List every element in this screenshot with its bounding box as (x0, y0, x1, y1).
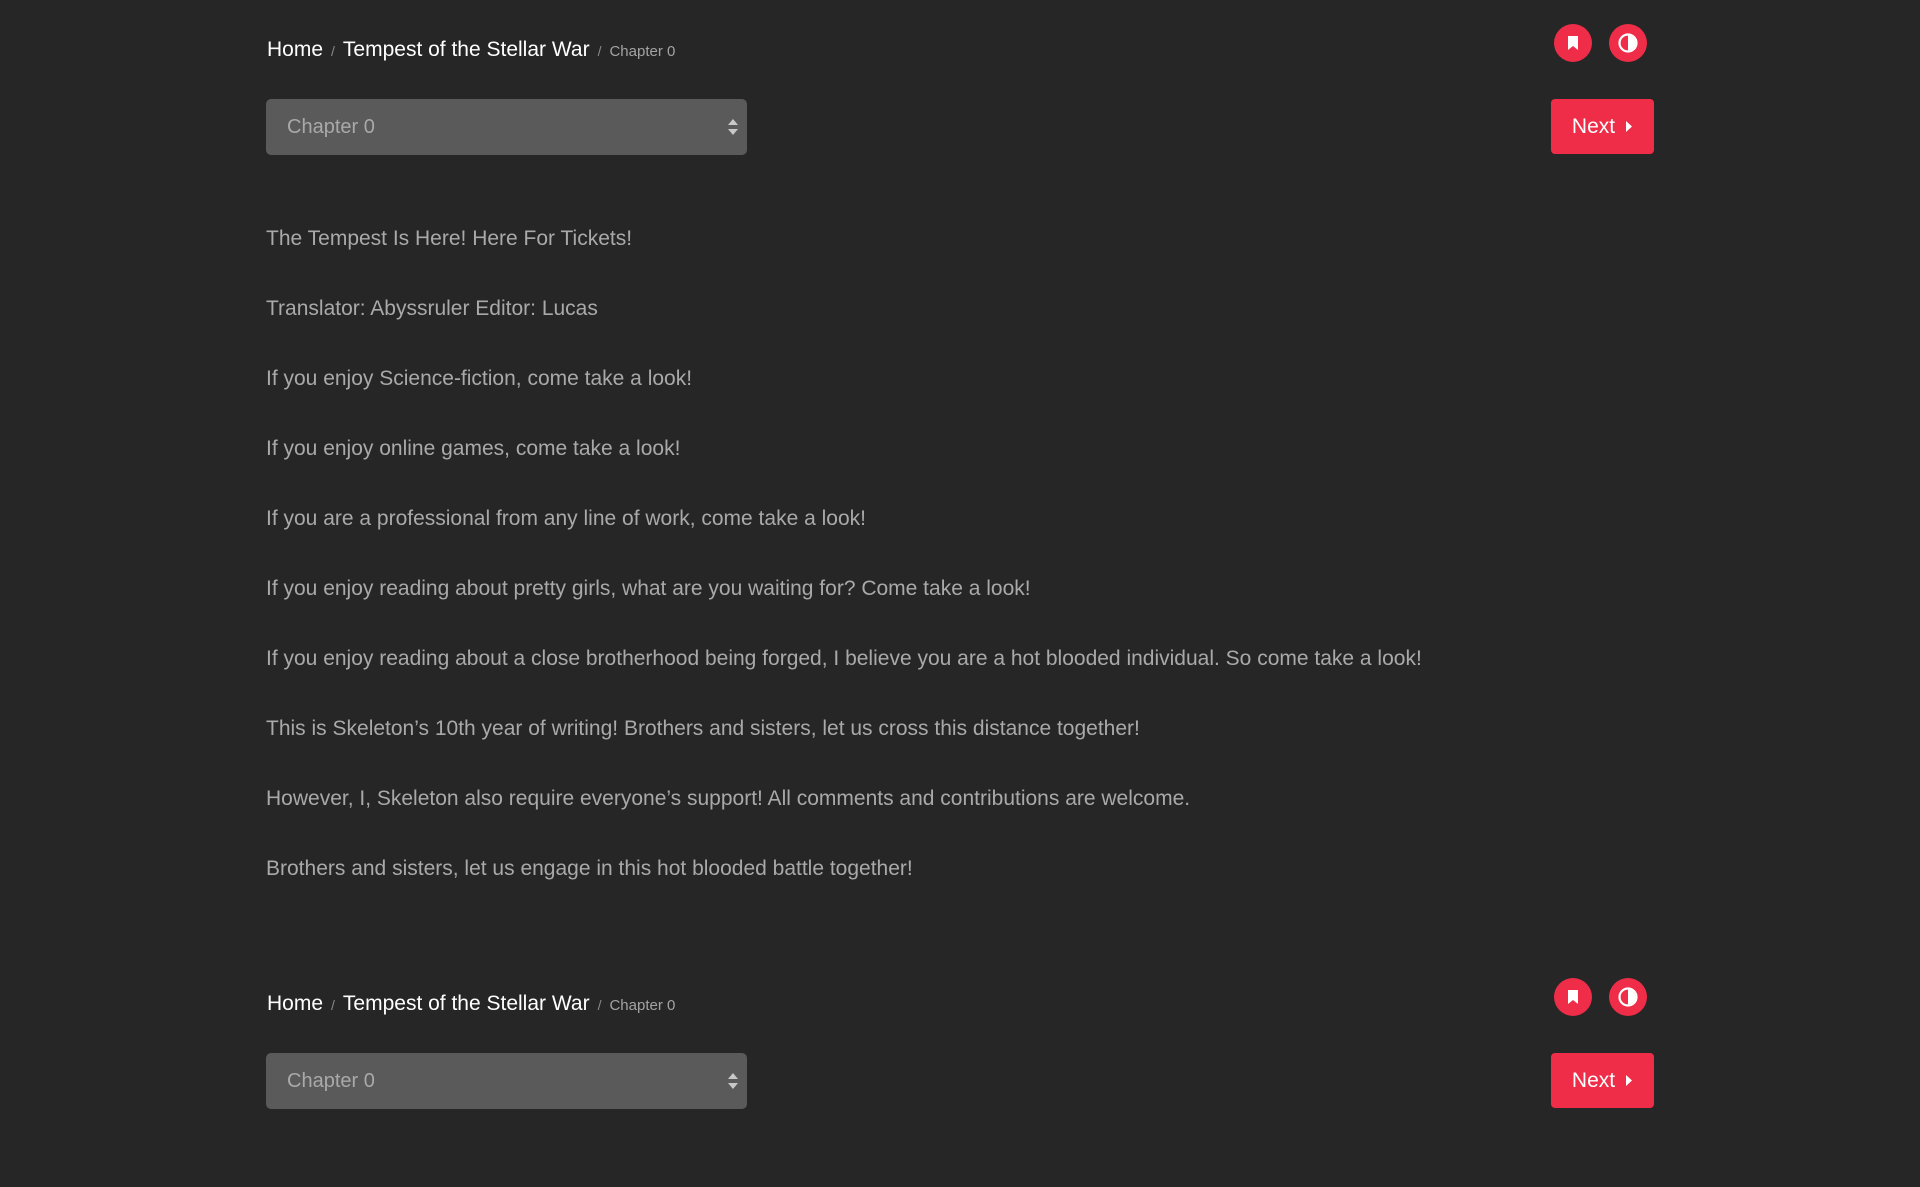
paragraph: This is Skeleton’s 10th year of writing!… (266, 717, 1140, 740)
sort-arrows-icon (728, 1073, 738, 1089)
chapter-select-value: Chapter 0 (287, 115, 375, 138)
breadcrumb-separator: / (597, 997, 602, 1013)
theme-toggle-button[interactable] (1609, 24, 1647, 62)
chapter-select[interactable]: Chapter 0 (266, 99, 747, 155)
breadcrumb-separator: / (331, 43, 335, 59)
chapter-nav-top: Home / Tempest of the Stellar War / Chap… (266, 0, 1654, 160)
paragraph: Translator: Abyssruler Editor: Lucas (266, 297, 598, 320)
breadcrumb-separator: / (597, 43, 602, 59)
chapter-select-value: Chapter 0 (287, 1069, 375, 1092)
breadcrumb-current-chapter: Chapter 0 (609, 997, 676, 1014)
paragraph: If you enjoy Science-fiction, come take … (266, 367, 693, 390)
breadcrumb-current-chapter: Chapter 0 (609, 43, 676, 60)
chapter-content: The Tempest Is Here! Here For Tickets! T… (266, 224, 1666, 924)
sort-arrows-icon (728, 119, 738, 135)
breadcrumb: Home / Tempest of the Stellar War / Chap… (267, 38, 675, 62)
next-chapter-button[interactable]: Next (1551, 99, 1654, 154)
bookmark-button[interactable] (1554, 24, 1592, 62)
breadcrumb: Home / Tempest of the Stellar War / Chap… (267, 992, 675, 1016)
contrast-icon (1618, 33, 1638, 53)
paragraph: If you enjoy reading about a close broth… (266, 647, 1422, 670)
paragraph: The Tempest Is Here! Here For Tickets! (266, 227, 633, 250)
next-button-label: Next (1571, 114, 1616, 138)
breadcrumb-separator: / (331, 997, 335, 1013)
paragraph: If you are a professional from any line … (266, 507, 866, 530)
paragraph: However, I, Skeleton also require everyo… (266, 787, 1191, 810)
chapter-page: Home / Tempest of the Stellar War / Chap… (0, 0, 1920, 1187)
breadcrumb-novel-link[interactable]: Tempest of the Stellar War (343, 992, 590, 1016)
caret-right-icon (1626, 121, 1633, 132)
breadcrumb-home-link[interactable]: Home (267, 38, 323, 62)
next-chapter-button[interactable]: Next (1551, 1053, 1654, 1108)
chapter-nav-bottom: Home / Tempest of the Stellar War / Chap… (266, 954, 1654, 1114)
breadcrumb-novel-link[interactable]: Tempest of the Stellar War (343, 38, 590, 62)
caret-right-icon (1626, 1075, 1633, 1086)
contrast-icon (1618, 987, 1638, 1007)
theme-toggle-button[interactable] (1609, 978, 1647, 1016)
breadcrumb-home-link[interactable]: Home (267, 992, 323, 1016)
bookmark-icon (1568, 990, 1578, 1004)
paragraph: If you enjoy online games, come take a l… (266, 437, 681, 460)
paragraph: Brothers and sisters, let us engage in t… (266, 857, 913, 880)
paragraph: If you enjoy reading about pretty girls,… (266, 577, 1031, 600)
chapter-select[interactable]: Chapter 0 (266, 1053, 747, 1109)
bookmark-button[interactable] (1554, 978, 1592, 1016)
next-button-label: Next (1571, 1068, 1616, 1092)
bookmark-icon (1568, 36, 1578, 50)
